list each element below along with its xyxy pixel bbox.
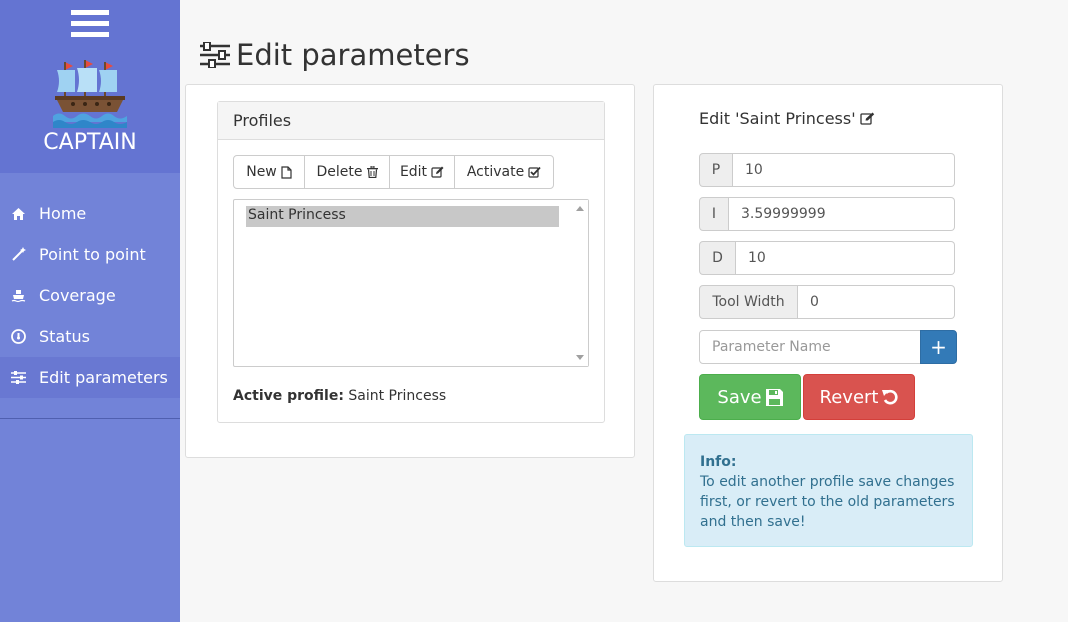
delete-button-label: Delete [316,164,363,180]
active-profile-label: Active profile: [233,388,344,404]
activate-button-label: Activate [466,164,525,180]
param-row-tool-width: Tool Width [699,285,955,319]
sliders-icon [200,42,230,68]
param-label: I [699,197,729,231]
sidebar: CAPTAIN Home Point to point Coverage Sta… [0,0,180,622]
sidebar-item-label: Coverage [39,286,116,305]
page-title: Edit parameters [200,38,470,72]
revert-button[interactable]: Revert [803,374,915,420]
activate-button[interactable]: Activate [454,155,554,189]
info-alert: Info: To edit another profile save chang… [684,434,973,547]
info-text: To edit another profile save changes fir… [700,474,955,530]
undo-icon [882,389,899,405]
param-d-input[interactable] [736,241,955,275]
sliders-icon [10,370,26,386]
param-tool-width-input[interactable] [798,285,955,319]
edit-button[interactable]: Edit [389,155,455,189]
sidebar-item-label: Edit parameters [39,368,168,387]
list-item[interactable]: Saint Princess [246,206,559,227]
param-row-i: I [699,197,955,231]
sidebar-item-home[interactable]: Home [0,193,180,234]
page-title-text: Edit parameters [236,38,470,72]
profile-list[interactable]: Saint Princess [233,199,589,367]
param-row-p: P [699,153,955,187]
profile-actions: New Delete Edit Activate [233,155,554,189]
edit-icon [431,166,444,178]
add-parameter-button[interactable]: + [920,330,957,364]
param-label: D [699,241,736,275]
profiles-heading: Profiles [218,102,604,140]
edit-button-label: Edit [399,164,428,180]
scroll-up-arrow-icon[interactable] [576,206,584,211]
ship-logo-icon [53,60,127,128]
param-row-d: D [699,241,955,275]
ship-icon [10,288,26,304]
sidebar-divider [0,418,180,419]
sidebar-item-label: Point to point [39,245,146,264]
sidebar-item-edit-parameters[interactable]: Edit parameters [0,357,180,398]
active-profile-value: Saint Princess [348,388,447,404]
info-title: Info: [700,454,737,470]
plus-icon: + [930,335,947,359]
sidebar-item-coverage[interactable]: Coverage [0,275,180,316]
profiles-card: Profiles New Delete Edit Activate Saint … [217,101,605,423]
parameter-name-input[interactable] [699,330,921,364]
sidebar-item-point-to-point[interactable]: Point to point [0,234,180,275]
param-label: Tool Width [699,285,798,319]
brand-name: CAPTAIN [43,130,137,155]
profiles-panel: Profiles New Delete Edit Activate Saint … [185,84,635,458]
delete-button[interactable]: Delete [304,155,390,189]
sidebar-item-label: Home [39,204,87,223]
editor-title-text: Edit 'Saint Princess' [699,109,856,128]
sidebar-nav: Home Point to point Coverage Status Edit… [0,193,180,398]
active-profile: Active profile: Saint Princess [233,388,446,404]
editor-panel: Edit 'Saint Princess' P I D Tool Width +… [653,84,1003,582]
brand: CAPTAIN [0,0,180,173]
trash-icon [366,166,378,178]
dashboard-icon [10,329,26,345]
save-button-label: Save [717,386,762,408]
new-button[interactable]: New [233,155,305,189]
revert-button-label: Revert [819,386,879,408]
sidebar-item-label: Status [39,327,90,346]
param-label: P [699,153,733,187]
scroll-down-arrow-icon[interactable] [576,355,584,360]
new-button-label: New [246,164,277,180]
file-icon [281,165,292,179]
floppy-disk-icon [765,388,783,406]
magic-wand-icon [10,247,26,263]
home-icon [10,206,26,222]
param-p-input[interactable] [733,153,955,187]
hamburger-menu-icon[interactable] [71,10,109,42]
save-button[interactable]: Save [699,374,801,420]
scrollbar[interactable] [572,200,588,366]
param-i-input[interactable] [729,197,955,231]
editor-title: Edit 'Saint Princess' [699,109,875,128]
edit-icon [859,112,874,125]
sidebar-item-status[interactable]: Status [0,316,180,357]
check-square-icon [528,166,541,178]
